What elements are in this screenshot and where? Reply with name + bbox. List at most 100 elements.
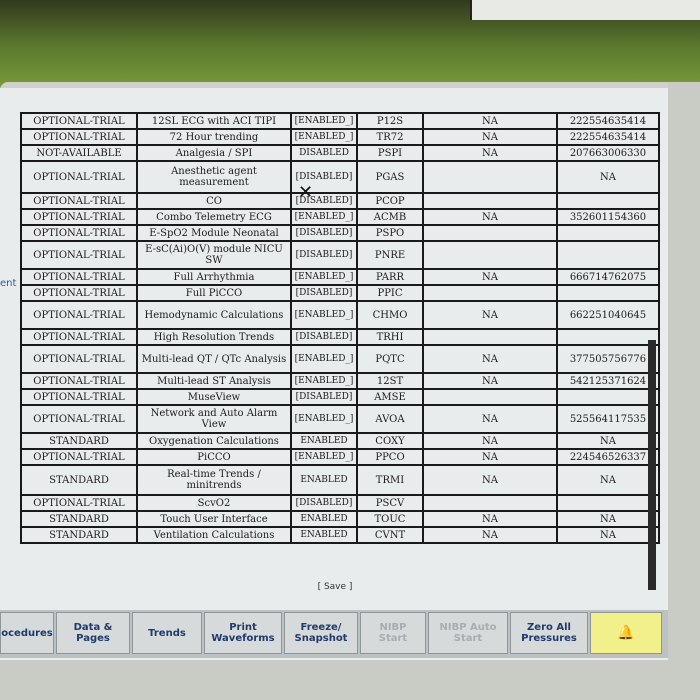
close-cursor-icon: ✕ [298, 182, 314, 203]
cell-code: CVNT [356, 526, 424, 544]
cell-na [422, 494, 558, 512]
cell-na [422, 284, 558, 302]
software-options-table: OPTIONAL-TRIAL 12SL ECG with ACI TIPI [ENA… [20, 112, 660, 544]
table-row[interactable]: OPTIONAL-TRIAL Multi-lead ST Analysis [ENA… [20, 372, 660, 390]
softkey-5[interactable]: NIBP Start [360, 612, 426, 654]
cell-state[interactable]: [ENABLED_] [290, 112, 358, 130]
cell-state[interactable]: [DISABLED] [290, 224, 358, 242]
cell-status: OPTIONAL-TRIAL [20, 404, 138, 434]
table-row[interactable]: OPTIONAL-TRIAL Multi-lead QT / QTc Analys… [20, 344, 660, 374]
cell-code: TOUC [356, 510, 424, 528]
cell-na: NA [422, 208, 558, 226]
table-row[interactable]: OPTIONAL-TRIAL E-SpO2 Module Neonatal [DIS… [20, 224, 660, 242]
softkey-6[interactable]: NIBP Auto Start [428, 612, 508, 654]
table-row[interactable]: OPTIONAL-TRIAL High Resolution Trends [DIS… [20, 328, 660, 346]
table-row[interactable]: OPTIONAL-TRIAL E-sC(Ai)O(V) module NICU S… [20, 240, 660, 270]
table-row[interactable]: STANDARD Real-time Trends / minitrends ENA… [20, 464, 660, 496]
cell-state[interactable]: [ENABLED_] [290, 128, 358, 146]
softkey-2[interactable]: Trends [132, 612, 202, 654]
cell-code: CHMO [356, 300, 424, 330]
cell-state[interactable]: [ENABLED_] [290, 208, 358, 226]
cell-code: 12ST [356, 372, 424, 390]
cell-status: OPTIONAL-TRIAL [20, 192, 138, 210]
softkey-label: Data & Pages [73, 622, 113, 644]
table-row[interactable]: STANDARD Oxygenation Calculations ENABLED C… [20, 432, 660, 450]
table-row[interactable]: STANDARD Ventilation Calculations ENABLED C… [20, 526, 660, 544]
table-row[interactable]: OPTIONAL-TRIAL CO [DISABLED] PCOP [20, 192, 660, 210]
cell-state[interactable]: [ENABLED_] [290, 344, 358, 374]
table-row[interactable]: OPTIONAL-TRIAL Combo Telemetry ECG [ENABLE… [20, 208, 660, 226]
cell-na: NA [422, 372, 558, 390]
cell-state[interactable]: [ENABLED_] [290, 268, 358, 286]
cell-name: 72 Hour trending [136, 128, 292, 146]
table-row[interactable]: OPTIONAL-TRIAL Network and Auto Alarm Vie… [20, 404, 660, 434]
cell-state[interactable]: [DISABLED] [290, 494, 358, 512]
softkey-0[interactable]: ocedures [0, 612, 54, 654]
cell-key: 377505756776 [556, 344, 660, 374]
table-row[interactable]: OPTIONAL-TRIAL Full PiCCO [DISABLED] PPIC [20, 284, 660, 302]
table-row[interactable]: OPTIONAL-TRIAL 72 Hour trending [ENABLED_]… [20, 128, 660, 146]
cell-name: MuseView [136, 388, 292, 406]
cell-key [556, 388, 660, 406]
cell-name: Anesthetic agent measurement [136, 160, 292, 194]
cell-state[interactable]: [DISABLED] [290, 328, 358, 346]
cell-state[interactable]: ENABLED [290, 464, 358, 496]
cell-state[interactable]: [DISABLED] [290, 240, 358, 270]
cell-state[interactable]: [ENABLED_] [290, 448, 358, 466]
softkey-label: Trends [148, 627, 186, 639]
cell-name: Combo Telemetry ECG [136, 208, 292, 226]
cell-code: AMSE [356, 388, 424, 406]
cell-name: Full Arrhythmia [136, 268, 292, 286]
alarm-silence-button[interactable]: 🔔 [590, 612, 662, 654]
cell-key: 224546526337 [556, 448, 660, 466]
cell-status: STANDARD [20, 432, 138, 450]
cell-key: NA [556, 432, 660, 450]
cell-state[interactable]: ENABLED [290, 526, 358, 544]
cell-key [556, 192, 660, 210]
table-row[interactable]: OPTIONAL-TRIAL MuseView [DISABLED] AMSE [20, 388, 660, 406]
softkey-1[interactable]: Data & Pages [56, 612, 130, 654]
table-row[interactable]: OPTIONAL-TRIAL PiCCO [ENABLED_] PPCO NA 22454… [20, 448, 660, 466]
cell-code: AVOA [356, 404, 424, 434]
cell-state[interactable]: [ENABLED_] [290, 300, 358, 330]
cell-state[interactable]: [DISABLED] [290, 388, 358, 406]
cell-status: OPTIONAL-TRIAL [20, 112, 138, 130]
cell-state[interactable]: [DISABLED] [290, 284, 358, 302]
cell-state[interactable]: [ENABLED_] [290, 372, 358, 390]
softkey-label: NIBP Auto Start [439, 622, 497, 644]
cell-code: TRHI [356, 328, 424, 346]
table-row[interactable]: OPTIONAL-TRIAL ScvO2 [DISABLED] PSCV [20, 494, 660, 512]
cell-status: STANDARD [20, 510, 138, 528]
cell-state[interactable]: DISABLED [290, 144, 358, 162]
table-row[interactable]: NOT-AVAILABLE Analgesia / SPI DISABLED PSPI… [20, 144, 660, 162]
cell-state[interactable]: [ENABLED_] [290, 404, 358, 434]
table-row[interactable]: OPTIONAL-TRIAL Hemodynamic Calculations [E… [20, 300, 660, 330]
table-row[interactable]: OPTIONAL-TRIAL Anesthetic agent measureme… [20, 160, 660, 194]
table-row[interactable]: OPTIONAL-TRIAL 12SL ECG with ACI TIPI [ENA… [20, 112, 660, 130]
softkey-4[interactable]: Freeze/ Snapshot [284, 612, 358, 654]
cell-na: NA [422, 404, 558, 434]
scrollbar[interactable] [648, 340, 656, 590]
cell-name: Oxygenation Calculations [136, 432, 292, 450]
cell-code: PPIC [356, 284, 424, 302]
table-row[interactable]: STANDARD Touch User Interface ENABLED TOUC N… [20, 510, 660, 528]
cell-code: PCOP [356, 192, 424, 210]
cell-state[interactable]: ENABLED [290, 432, 358, 450]
save-button[interactable]: [ Save ] [300, 582, 370, 596]
cell-status: OPTIONAL-TRIAL [20, 224, 138, 242]
cell-key: 525564117535 [556, 404, 660, 434]
cell-name: Analgesia / SPI [136, 144, 292, 162]
cell-status: NOT-AVAILABLE [20, 144, 138, 162]
cell-key: NA [556, 464, 660, 496]
softkey-3[interactable]: Print Waveforms [204, 612, 282, 654]
cell-status: OPTIONAL-TRIAL [20, 494, 138, 512]
softkey-7[interactable]: Zero All Pressures [510, 612, 588, 654]
cell-name: CO [136, 192, 292, 210]
cell-na: NA [422, 344, 558, 374]
cell-code: PQTC [356, 344, 424, 374]
cell-status: OPTIONAL-TRIAL [20, 388, 138, 406]
cell-key: 662251040645 [556, 300, 660, 330]
table-row[interactable]: OPTIONAL-TRIAL Full Arrhythmia [ENABLED_] P… [20, 268, 660, 286]
cell-code: PSPO [356, 224, 424, 242]
cell-state[interactable]: ENABLED [290, 510, 358, 528]
